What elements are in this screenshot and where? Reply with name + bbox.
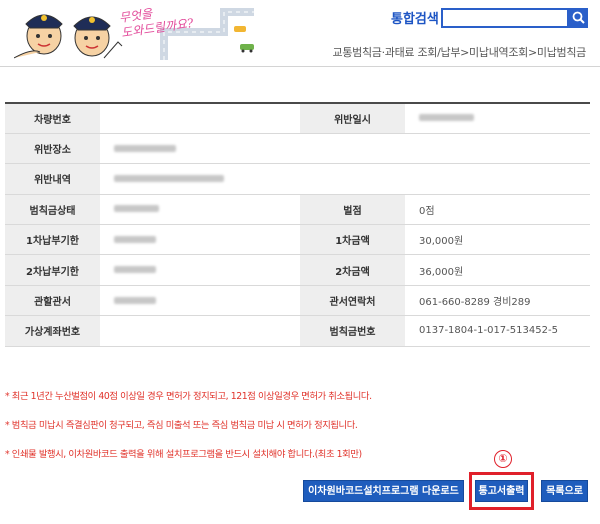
table-row: 위반내역	[5, 163, 590, 195]
header-divider	[0, 66, 600, 67]
table-row: 차량번호 위반일시	[5, 101, 590, 134]
first-amount-value: 30,000원	[405, 224, 590, 256]
table-header-cell: 1차금액	[300, 224, 405, 256]
redacted-value	[114, 205, 159, 213]
table-row: 관할관서 관서연락처 061-660-8289 경비289	[5, 285, 590, 317]
table-cell	[405, 101, 590, 134]
search-icon	[572, 11, 585, 24]
table-header-cell: 1차납부기한	[5, 224, 100, 256]
table-header-cell: 차량번호	[5, 101, 100, 134]
table-header-cell: 위반장소	[5, 133, 100, 165]
table-header-cell: 2차금액	[300, 254, 405, 286]
table-cell	[100, 133, 590, 165]
header: 무엇을 도와드릴까요? 통합검색 교통범칙금·과태료 조회/납부>미납내역조회>…	[0, 0, 600, 68]
second-amount-value: 36,000원	[405, 254, 590, 286]
table-cell	[100, 224, 300, 256]
redacted-value	[419, 114, 474, 122]
search-button[interactable]	[569, 8, 588, 28]
redacted-value	[114, 235, 156, 243]
notice-barcode-install: * 인쇄물 발행시, 이차원바코드 출력을 위해 설치프로그램을 반드시 설치해…	[5, 449, 362, 460]
table-header-cell: 범칙금상태	[5, 194, 100, 226]
table-header-cell: 가상계좌번호	[5, 315, 100, 347]
table-header-cell: 벌점	[300, 194, 405, 226]
redacted-value	[114, 296, 156, 304]
table-row: 범칙금상태 벌점 0점	[5, 194, 590, 226]
redacted-value	[114, 144, 176, 152]
table-header-cell: 범칙금번호	[300, 315, 405, 347]
table-header-cell: 위반내역	[5, 163, 100, 195]
table-row: 가상계좌번호 범칙금번호 0137-1804-1-017-513452-5	[5, 315, 590, 347]
table-row: 위반장소	[5, 133, 590, 165]
table-cell	[100, 285, 300, 317]
table-cell	[100, 194, 300, 226]
table-row: 2차납부기한 2차금액 36,000원	[5, 254, 590, 286]
virtual-account-value	[100, 315, 300, 347]
table-cell	[100, 254, 300, 286]
print-notice-button[interactable]: 통고서출력	[475, 480, 528, 502]
step-marker: ①	[494, 450, 512, 468]
redacted-value	[114, 174, 224, 182]
table-cell	[100, 163, 590, 195]
barcode-download-button[interactable]: 이차원바코드설치프로그램 다운로드	[303, 480, 464, 502]
office-contact-value: 061-660-8289 경비289	[405, 285, 590, 317]
table-header-cell: 관할관서	[5, 285, 100, 317]
table-row: 1차납부기한 1차금액 30,000원	[5, 224, 590, 256]
breadcrumb: 교통범칙금·과태료 조회/납부>미납내역조회>미납범칙금	[332, 46, 587, 59]
notice-unpaid-fine: * 범칙금 미납시 즉결심판이 청구되고, 즉심 미출석 또는 즉심 범칙금 미…	[5, 420, 358, 431]
violation-info-table: 차량번호 위반일시 위반장소 위반내역 범칙금상태 벌점 0점 1차납부기한 1…	[5, 101, 590, 347]
search-label: 통합검색	[391, 12, 439, 27]
table-header-cell: 관서연락처	[300, 285, 405, 317]
redacted-value	[114, 266, 156, 274]
penalty-points-value: 0점	[405, 194, 590, 226]
table-cell	[100, 101, 300, 134]
table-header-cell: 위반일시	[300, 101, 405, 134]
notice-penalty-points: * 최근 1년간 누산벌점이 40점 이상일 경우 면허가 정지되고, 121점…	[5, 391, 372, 402]
search-input[interactable]	[441, 8, 569, 28]
fine-number-value: 0137-1804-1-017-513452-5	[405, 315, 590, 347]
table-header-cell: 2차납부기한	[5, 254, 100, 286]
list-button[interactable]: 목록으로	[541, 480, 588, 502]
